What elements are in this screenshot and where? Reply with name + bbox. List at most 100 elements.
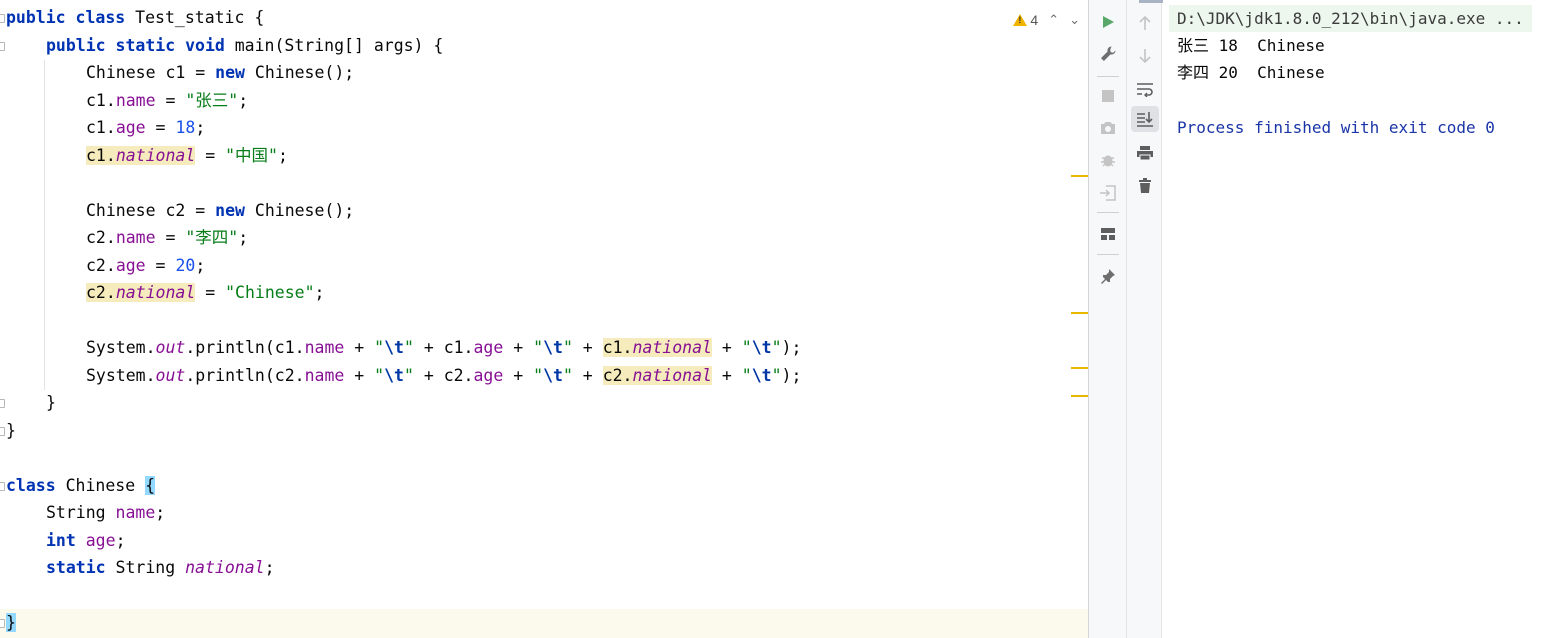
code-text: ; — [277, 146, 288, 165]
code-line-13[interactable]: System.out.println(c1.name + "\t" + c1.a… — [86, 334, 801, 362]
keyword: int — [46, 531, 76, 550]
code-text: ; — [238, 91, 249, 110]
string-literal: "中国" — [225, 146, 278, 165]
keyword: new — [215, 201, 245, 220]
code-line-3[interactable]: Chinese c1 = new Chinese(); — [86, 59, 354, 87]
code-line-1[interactable]: public class Test_static { — [6, 4, 264, 32]
field-ref: age — [115, 118, 146, 137]
matched-brace: { — [145, 476, 156, 495]
string-literal: "Chinese" — [225, 283, 315, 302]
keyword: public — [6, 8, 66, 27]
warning-stripe-mark[interactable] — [1071, 395, 1088, 397]
fold-marker[interactable] — [0, 399, 5, 408]
type-name: String — [105, 558, 186, 577]
code-text: = — [195, 146, 226, 165]
fold-marker[interactable] — [0, 14, 5, 23]
code-line-9[interactable]: c2.name = "李四"; — [86, 224, 248, 252]
arrow-down-icon — [1139, 49, 1151, 64]
code-line-6[interactable]: c1.national = "中国"; — [86, 142, 288, 170]
up-stack-button[interactable] — [1131, 10, 1159, 36]
code-line-20[interactable]: int age; — [46, 527, 126, 555]
string-quote: " — [562, 366, 573, 385]
code-text: ); — [781, 338, 802, 357]
fold-marker[interactable] — [0, 482, 5, 491]
rerun-button[interactable] — [1094, 9, 1122, 35]
code-editor[interactable]: 4 ⌃ ⌄ public class Test_static { public … — [0, 0, 1088, 638]
string-quote: " — [403, 366, 414, 385]
clear-all-button[interactable] — [1131, 173, 1159, 199]
number-literal: 18 — [175, 118, 196, 137]
code-text: ; — [155, 503, 166, 522]
code-line-21[interactable]: static String national; — [46, 554, 275, 582]
trash-icon — [1139, 178, 1151, 193]
soft-wrap-button[interactable] — [1131, 76, 1159, 102]
warnings-indicator[interactable]: 4 — [1013, 12, 1038, 28]
code-line-16[interactable]: } — [6, 417, 16, 445]
down-stack-button[interactable] — [1131, 43, 1159, 69]
debug-button[interactable] — [1094, 147, 1122, 173]
warning-stripe-mark[interactable] — [1071, 312, 1088, 314]
previous-highlight-icon[interactable]: ⌃ — [1048, 12, 1059, 28]
stop-button[interactable] — [1094, 83, 1122, 109]
code-text: ); — [781, 366, 802, 385]
fold-marker[interactable] — [0, 42, 5, 51]
code-line-5[interactable]: c1.age = 18; — [86, 114, 205, 142]
field-declaration: age — [85, 531, 116, 550]
static-field-ref: national — [632, 338, 712, 357]
keyword: class — [75, 8, 126, 27]
command-line[interactable]: D:\JDK\jdk1.8.0_212\bin\java.exe ... — [1169, 5, 1532, 32]
print-icon — [1137, 146, 1153, 161]
code-text: c2. — [86, 256, 116, 275]
edit-configuration-button[interactable] — [1094, 41, 1122, 67]
string-quote: " — [771, 366, 782, 385]
pin-tab-button[interactable] — [1094, 263, 1122, 289]
code-line-14[interactable]: System.out.println(c2.name + "\t" + c2.a… — [86, 362, 801, 390]
pin-icon — [1101, 269, 1115, 284]
dump-threads-button[interactable] — [1094, 115, 1122, 141]
code-text: .println(c2. — [185, 366, 305, 385]
run-console[interactable]: D:\JDK\jdk1.8.0_212\bin\java.exe ... 张三 … — [1163, 0, 1560, 638]
camera-icon — [1101, 122, 1115, 134]
code-line-19[interactable]: String name; — [46, 499, 165, 527]
static-access-warning[interactable]: c1.national — [602, 338, 712, 357]
scroll-to-end-button[interactable] — [1131, 106, 1159, 132]
escape-sequence: \t — [751, 338, 772, 357]
code-text: ; — [238, 228, 249, 247]
code-text: c2. — [602, 366, 633, 385]
fold-marker[interactable] — [0, 619, 5, 628]
static-access-warning[interactable]: c2.national — [602, 366, 712, 385]
static-access-warning[interactable]: c2.national — [86, 283, 196, 302]
code-text: Chinese c2 = — [86, 201, 216, 220]
string-quote: " — [374, 366, 385, 385]
scroll-to-end-icon — [1137, 112, 1153, 127]
static-field-ref: national — [115, 283, 196, 302]
string-quote: " — [533, 338, 544, 357]
code-line-15[interactable]: } — [46, 389, 56, 417]
code-text: Chinese(); — [244, 63, 355, 82]
field-ref: name — [304, 366, 345, 385]
caret-line-highlight — [0, 609, 1088, 638]
warning-stripe-mark[interactable] — [1071, 175, 1088, 177]
field-declaration: name — [115, 503, 156, 522]
static-access-warning[interactable]: c1.national — [86, 146, 196, 165]
code-text: Chinese(); — [244, 201, 355, 220]
exit-button[interactable] — [1094, 180, 1122, 206]
code-line-18[interactable]: class Chinese { — [6, 472, 156, 500]
code-line-4[interactable]: c1.name = "张三"; — [86, 87, 248, 115]
login-icon — [1100, 185, 1116, 201]
code-line-11[interactable]: c2.national = "Chinese"; — [86, 279, 324, 307]
string-literal: "李四" — [185, 228, 239, 247]
code-text: c2. — [86, 283, 116, 302]
restore-layout-button[interactable] — [1094, 221, 1122, 247]
inspection-widget[interactable]: 4 ⌃ ⌄ — [1013, 9, 1080, 31]
print-button[interactable] — [1131, 140, 1159, 166]
soft-wrap-icon — [1137, 83, 1153, 97]
fold-marker[interactable] — [0, 427, 5, 436]
code-line-10[interactable]: c2.age = 20; — [86, 252, 205, 280]
code-line-23[interactable]: } — [6, 609, 16, 637]
code-line-2[interactable]: public static void main(String[] args) { — [46, 32, 443, 60]
warning-stripe-mark[interactable] — [1071, 367, 1088, 369]
closing-brace: } — [46, 393, 56, 412]
next-highlight-icon[interactable]: ⌄ — [1069, 12, 1080, 28]
code-line-8[interactable]: Chinese c2 = new Chinese(); — [86, 197, 354, 225]
